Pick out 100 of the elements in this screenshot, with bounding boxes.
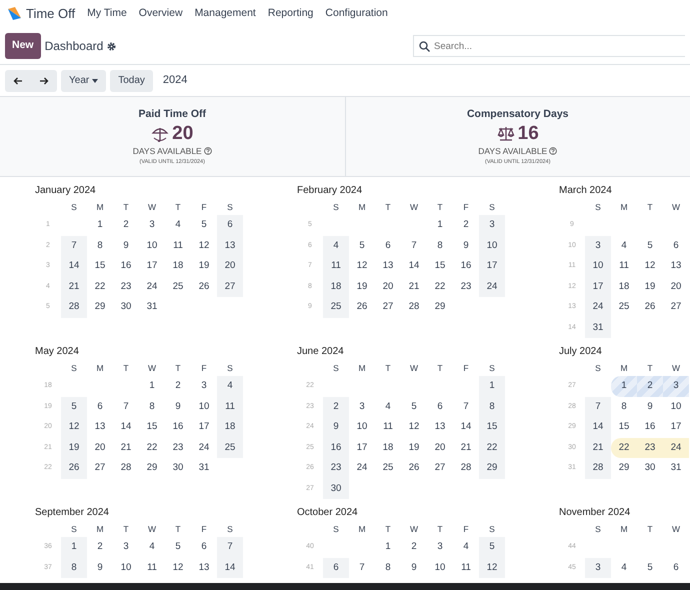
menu-item[interactable]: My Time — [87, 6, 127, 22]
day-cell[interactable]: 12 — [191, 236, 217, 256]
day-cell[interactable]: 9 — [637, 396, 663, 417]
day-cell[interactable]: 27 — [427, 458, 453, 478]
day-cell[interactable]: 7 — [61, 236, 87, 256]
day-cell[interactable]: 16 — [113, 256, 139, 276]
day-cell[interactable]: 11 — [611, 256, 637, 276]
day-cell[interactable]: 10 — [479, 236, 505, 256]
day-cell[interactable]: 1 — [611, 376, 637, 396]
day-cell[interactable]: 1 — [87, 215, 113, 236]
day-cell[interactable]: 15 — [479, 417, 505, 438]
day-cell[interactable]: 1 — [427, 215, 453, 236]
day-cell[interactable]: 23 — [113, 276, 139, 297]
day-cell[interactable]: 6 — [427, 396, 453, 417]
day-cell[interactable]: 1 — [139, 376, 165, 396]
day-cell[interactable]: 17 — [191, 417, 217, 438]
next-button[interactable] — [31, 70, 57, 92]
day-cell[interactable]: 26 — [401, 458, 427, 478]
day-cell[interactable]: 11 — [375, 417, 401, 438]
day-cell[interactable]: 4 — [165, 215, 191, 236]
day-cell[interactable]: 28 — [453, 458, 479, 478]
day-cell[interactable]: 13 — [375, 256, 401, 276]
day-cell[interactable]: 29 — [139, 458, 165, 478]
day-cell[interactable]: 29 — [479, 458, 505, 478]
day-cell[interactable]: 2 — [113, 215, 139, 236]
menu-item[interactable]: Overview — [138, 6, 183, 22]
day-cell[interactable]: 22 — [427, 276, 453, 297]
day-cell[interactable]: 13 — [427, 417, 453, 438]
day-cell[interactable]: 18 — [217, 417, 243, 438]
day-cell[interactable]: 7 — [585, 396, 611, 417]
day-cell[interactable]: 25 — [323, 297, 349, 318]
day-cell[interactable]: 20 — [375, 276, 401, 297]
day-cell[interactable]: 25 — [611, 297, 637, 318]
day-cell[interactable]: 3 — [427, 537, 453, 558]
search-field[interactable]: Search... — [413, 35, 685, 57]
day-cell[interactable]: 30 — [637, 458, 663, 478]
day-cell[interactable]: 9 — [453, 236, 479, 256]
day-cell[interactable]: 6 — [663, 236, 689, 256]
day-cell[interactable]: 9 — [165, 396, 191, 417]
day-cell[interactable]: 3 — [139, 215, 165, 236]
day-cell[interactable]: 28 — [113, 458, 139, 478]
app-title[interactable]: Time Off — [26, 4, 76, 24]
day-cell[interactable]: 27 — [663, 297, 689, 318]
day-cell[interactable]: 13 — [191, 558, 217, 578]
day-cell[interactable]: 14 — [61, 256, 87, 276]
day-cell[interactable]: 26 — [349, 297, 375, 318]
day-cell[interactable]: 12 — [165, 558, 191, 578]
day-cell[interactable]: 17 — [663, 417, 689, 438]
day-cell[interactable]: 23 — [453, 276, 479, 297]
day-cell[interactable]: 30 — [323, 478, 349, 499]
day-cell[interactable]: 8 — [139, 396, 165, 417]
day-cell[interactable]: 20 — [217, 256, 243, 276]
day-cell[interactable]: 11 — [323, 256, 349, 276]
day-cell[interactable]: 12 — [637, 256, 663, 276]
day-cell[interactable]: 18 — [165, 256, 191, 276]
day-cell[interactable]: 23 — [323, 458, 349, 478]
day-cell[interactable]: 21 — [585, 438, 611, 458]
day-cell[interactable]: 10 — [349, 417, 375, 438]
day-cell[interactable]: 15 — [87, 256, 113, 276]
day-cell[interactable]: 28 — [401, 297, 427, 318]
day-cell[interactable]: 21 — [113, 438, 139, 458]
day-cell[interactable]: 4 — [323, 236, 349, 256]
day-cell[interactable]: 31 — [585, 318, 611, 338]
menu-item[interactable]: Configuration — [325, 6, 388, 22]
day-cell[interactable]: 5 — [479, 537, 505, 558]
previous-button[interactable] — [5, 70, 31, 92]
day-cell[interactable]: 22 — [139, 438, 165, 458]
day-cell[interactable]: 4 — [217, 376, 243, 396]
day-cell[interactable]: 24 — [585, 297, 611, 318]
day-cell[interactable]: 8 — [479, 396, 505, 417]
day-cell[interactable]: 21 — [401, 276, 427, 297]
day-cell[interactable]: 1 — [61, 537, 87, 558]
day-cell[interactable]: 26 — [191, 276, 217, 297]
day-cell[interactable]: 25 — [217, 438, 243, 458]
day-cell[interactable]: 29 — [87, 297, 113, 318]
day-cell[interactable]: 3 — [585, 236, 611, 256]
day-cell[interactable]: 17 — [139, 256, 165, 276]
day-cell[interactable]: 19 — [61, 438, 87, 458]
day-cell[interactable]: 16 — [165, 417, 191, 438]
day-cell[interactable]: 19 — [349, 276, 375, 297]
day-cell[interactable]: 15 — [611, 417, 637, 438]
day-cell[interactable]: 31 — [139, 297, 165, 318]
day-cell[interactable]: 11 — [217, 396, 243, 417]
day-cell[interactable]: 17 — [349, 438, 375, 458]
day-cell[interactable]: 2 — [401, 537, 427, 558]
day-cell[interactable]: 21 — [453, 438, 479, 458]
day-cell[interactable]: 16 — [453, 256, 479, 276]
day-cell[interactable]: 5 — [401, 396, 427, 417]
day-cell[interactable]: 12 — [479, 558, 505, 578]
day-cell[interactable]: 2 — [453, 215, 479, 236]
day-cell[interactable]: 5 — [61, 396, 87, 417]
day-cell[interactable]: 8 — [427, 236, 453, 256]
day-cell[interactable]: 9 — [323, 417, 349, 438]
day-cell[interactable]: 24 — [139, 276, 165, 297]
day-cell[interactable]: 17 — [585, 276, 611, 297]
day-cell[interactable]: 16 — [637, 417, 663, 438]
day-cell[interactable]: 12 — [401, 417, 427, 438]
day-cell[interactable]: 15 — [427, 256, 453, 276]
day-cell[interactable]: 7 — [113, 396, 139, 417]
day-cell[interactable]: 2 — [637, 376, 663, 396]
